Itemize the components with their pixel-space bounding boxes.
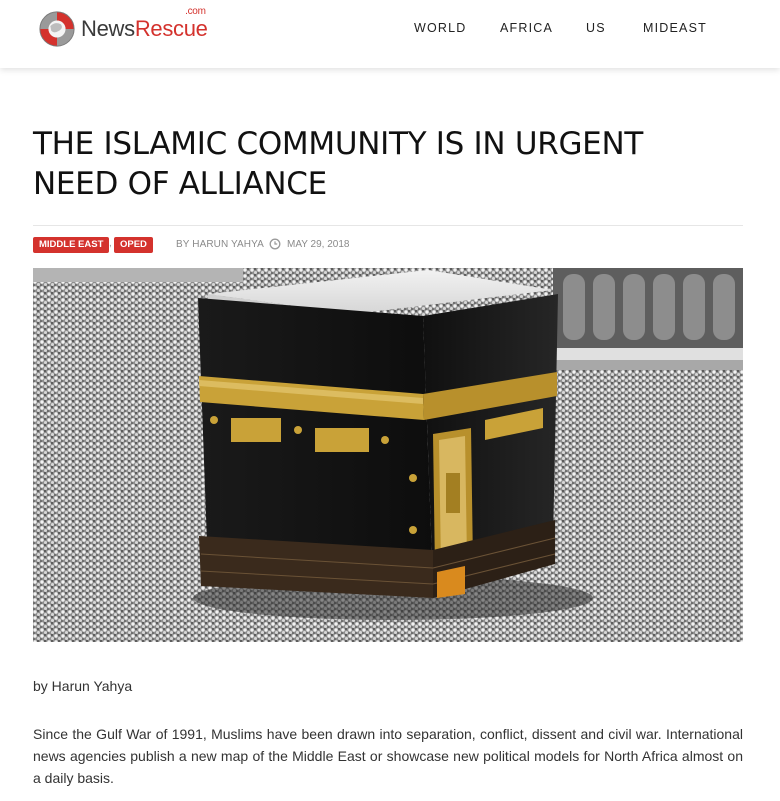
logo-com-text: .com <box>185 6 206 17</box>
tag-separator: , <box>109 238 112 249</box>
main-nav: WORLD AFRICA US MIDEAST <box>0 21 780 35</box>
tag-middle-east[interactable]: MIDDLE EAST <box>33 237 110 253</box>
title-divider <box>33 225 743 226</box>
article-paragraph: Since the Gulf War of 1991, Muslims have… <box>33 726 743 786</box>
byline: BY HARUN YAHYA <box>176 239 264 250</box>
publish-date: MAY 29, 2018 <box>287 239 350 250</box>
nav-item-africa[interactable]: AFRICA <box>500 21 553 35</box>
nav-item-mideast[interactable]: MIDEAST <box>643 21 707 35</box>
article-title: THE ISLAMIC COMMUNITY IS IN URGENT NEED … <box>33 126 643 202</box>
author-link[interactable]: HARUN YAHYA <box>192 239 264 250</box>
article-meta: MIDDLE EAST , OPED BY HARUN YAHYA MAY 29… <box>33 237 743 253</box>
body-byline: by Harun Yahya <box>33 678 133 694</box>
nav-item-us[interactable]: US <box>586 21 606 35</box>
kaaba-photo <box>33 268 743 642</box>
nav-item-world[interactable]: WORLD <box>414 21 467 35</box>
byline-prefix: BY <box>176 239 190 250</box>
clock-icon <box>269 238 281 250</box>
tag-oped[interactable]: OPED <box>114 237 153 253</box>
site-header: NewsRescue .com WORLD AFRICA US MIDEAST <box>0 0 780 68</box>
